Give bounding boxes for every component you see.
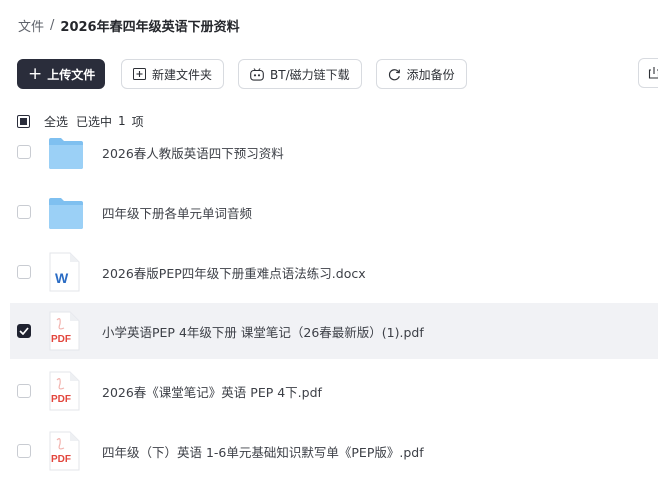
bt-magnet-download-button[interactable]: BT/磁力链下载: [238, 59, 362, 89]
breadcrumb-current-folder: 2026年春四年级英语下册资料: [60, 19, 240, 35]
file-row[interactable]: PDF 小学英语PEP 4年级下册 课堂笔记（26春最新版）(1).pdf: [10, 303, 658, 359]
toolbar: + 上传文件 新建文件夹 BT/磁力链下载 添加备份: [17, 58, 481, 90]
file-name-link[interactable]: 四年级（下）英语 1-6单元基础知识默写单《PEP版》.pdf: [102, 442, 424, 461]
file-row[interactable]: W 2026春版PEP四年级下册重难点语法练习.docx: [10, 244, 658, 300]
file-row-checkbox[interactable]: [17, 205, 31, 219]
file-row-checkbox[interactable]: [17, 265, 31, 279]
file-row[interactable]: 四年级下册各单元单词音频: [10, 184, 658, 240]
pdf-badge: PDF: [51, 334, 71, 345]
new-folder-button[interactable]: 新建文件夹: [121, 59, 225, 89]
file-name-link[interactable]: 2026春《课堂笔记》英语 PEP 4下.pdf: [102, 382, 322, 401]
pdf-badge: PDF: [51, 454, 71, 465]
file-row-checkbox[interactable]: [17, 145, 31, 159]
folder-icon: [48, 132, 84, 172]
file-row-checkbox[interactable]: [17, 384, 31, 398]
file-row[interactable]: PDF 2026春《课堂笔记》英语 PEP 4下.pdf: [10, 363, 658, 419]
export-icon: [648, 64, 658, 83]
new-folder-button-label: 新建文件夹: [152, 67, 213, 82]
pdf-badge: PDF: [51, 394, 71, 405]
file-row[interactable]: 2026春人教版英语四下预习资料: [10, 124, 658, 180]
backup-sync-icon: [388, 68, 401, 81]
bt-download-button-label: BT/磁力链下载: [270, 67, 350, 82]
file-name-link[interactable]: 四年级下册各单元单词音频: [102, 203, 252, 222]
breadcrumb-root-link[interactable]: 文件: [18, 16, 44, 35]
bt-download-icon: [250, 67, 264, 81]
folder-icon: [48, 192, 84, 232]
plus-icon: +: [28, 63, 43, 84]
pdf-icon: PDF: [48, 371, 84, 411]
new-folder-icon: [133, 68, 146, 80]
upload-button[interactable]: + 上传文件: [17, 59, 105, 89]
file-row-checkbox[interactable]: [17, 444, 31, 458]
word-doc-icon: W: [48, 252, 84, 292]
add-backup-button-label: 添加备份: [406, 67, 455, 82]
add-backup-button[interactable]: 添加备份: [375, 59, 467, 89]
pdf-icon: PDF: [48, 311, 84, 351]
pdf-icon: PDF: [48, 431, 84, 471]
file-row-checkbox[interactable]: [17, 324, 31, 338]
breadcrumb: 文件 / 2026年春四年级英语下册资料: [18, 14, 240, 36]
breadcrumb-separator: /: [50, 17, 55, 33]
file-name-link[interactable]: 2026春版PEP四年级下册重难点语法练习.docx: [102, 263, 366, 282]
file-row[interactable]: PDF 四年级（下）英语 1-6单元基础知识默写单《PEP版》.pdf: [10, 423, 658, 479]
upload-button-label: 上传文件: [47, 67, 96, 82]
file-name-link[interactable]: 小学英语PEP 4年级下册 课堂笔记（26春最新版）(1).pdf: [102, 322, 424, 341]
more-actions-button[interactable]: [638, 58, 658, 88]
word-badge: W: [55, 270, 69, 286]
checkmark-icon: [19, 327, 29, 335]
file-name-link[interactable]: 2026春人教版英语四下预习资料: [102, 143, 284, 162]
